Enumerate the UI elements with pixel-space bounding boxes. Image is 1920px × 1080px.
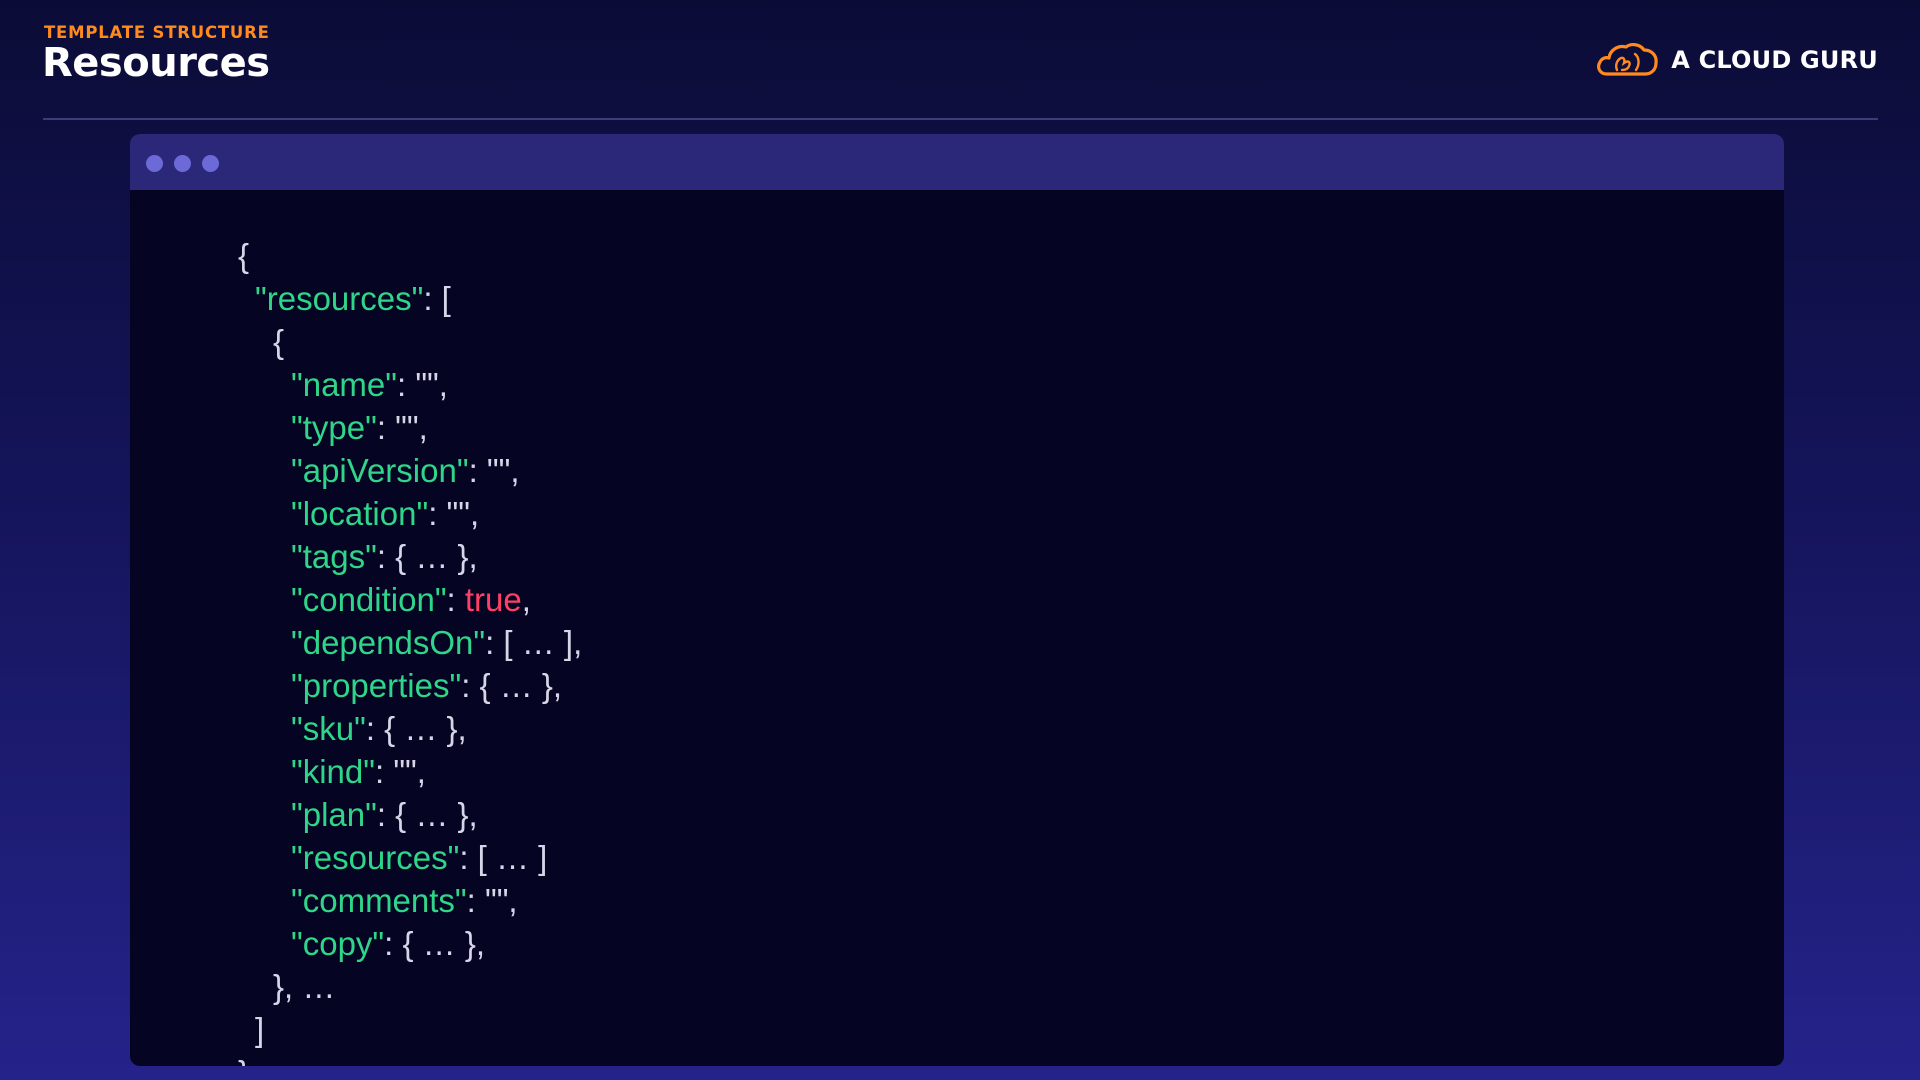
- code-token: }: [238, 1054, 249, 1066]
- code-line-resources: "resources": [: [200, 234, 451, 317]
- brand: A CLOUD GURU: [1595, 38, 1878, 82]
- window-dot-minimize: [174, 155, 191, 172]
- code-line-array-close: ]: [200, 965, 264, 1048]
- header-divider: [43, 118, 1878, 120]
- code-line-item-open: {: [218, 277, 284, 360]
- code-line-apiversion: "apiVersion": "",: [236, 406, 519, 489]
- code-line-close-brace: }: [183, 1008, 249, 1066]
- window-dot-close: [146, 155, 163, 172]
- code-line-tags: "tags": { … },: [236, 492, 478, 575]
- code-body: { "resources": [ { "name": "", "type": "…: [130, 190, 1784, 1066]
- page-title: Resources: [42, 40, 270, 86]
- code-line-open-brace: {: [183, 191, 249, 274]
- code-token: }, …: [273, 968, 336, 1005]
- code-line-condition: "condition": true,: [236, 535, 531, 618]
- code-token: : [: [423, 280, 451, 317]
- code-line-item-close: }, …: [218, 922, 335, 1005]
- code-line-sku: "sku": { … },: [236, 664, 467, 747]
- code-window: { "resources": [ { "name": "", "type": "…: [130, 134, 1784, 1066]
- code-line-name: "name": "",: [236, 320, 448, 403]
- cloud-logo-icon: [1597, 43, 1658, 76]
- window-titlebar: [130, 134, 1784, 190]
- code-line-copy: "copy": { … },: [236, 879, 485, 962]
- code-token: : { … },: [461, 667, 563, 704]
- code-line-nested-resources: "resources": [ … ]: [236, 793, 547, 876]
- code-line-plan: "plan": { … },: [236, 750, 478, 833]
- code-token: : { … },: [384, 925, 486, 962]
- code-token: ]: [255, 1011, 265, 1048]
- code-line-properties: "properties": { … },: [236, 621, 562, 704]
- window-dot-maximize: [202, 155, 219, 172]
- brand-name: A CLOUD GURU: [1671, 46, 1878, 74]
- code-line-location: "location": "",: [236, 449, 479, 532]
- code-line-comments: "comments": "",: [236, 836, 518, 919]
- code-line-type: "type": "",: [236, 363, 428, 446]
- code-line-dependson: "dependsOn": [ … ],: [236, 578, 582, 661]
- code-line-kind: "kind": "",: [236, 707, 426, 790]
